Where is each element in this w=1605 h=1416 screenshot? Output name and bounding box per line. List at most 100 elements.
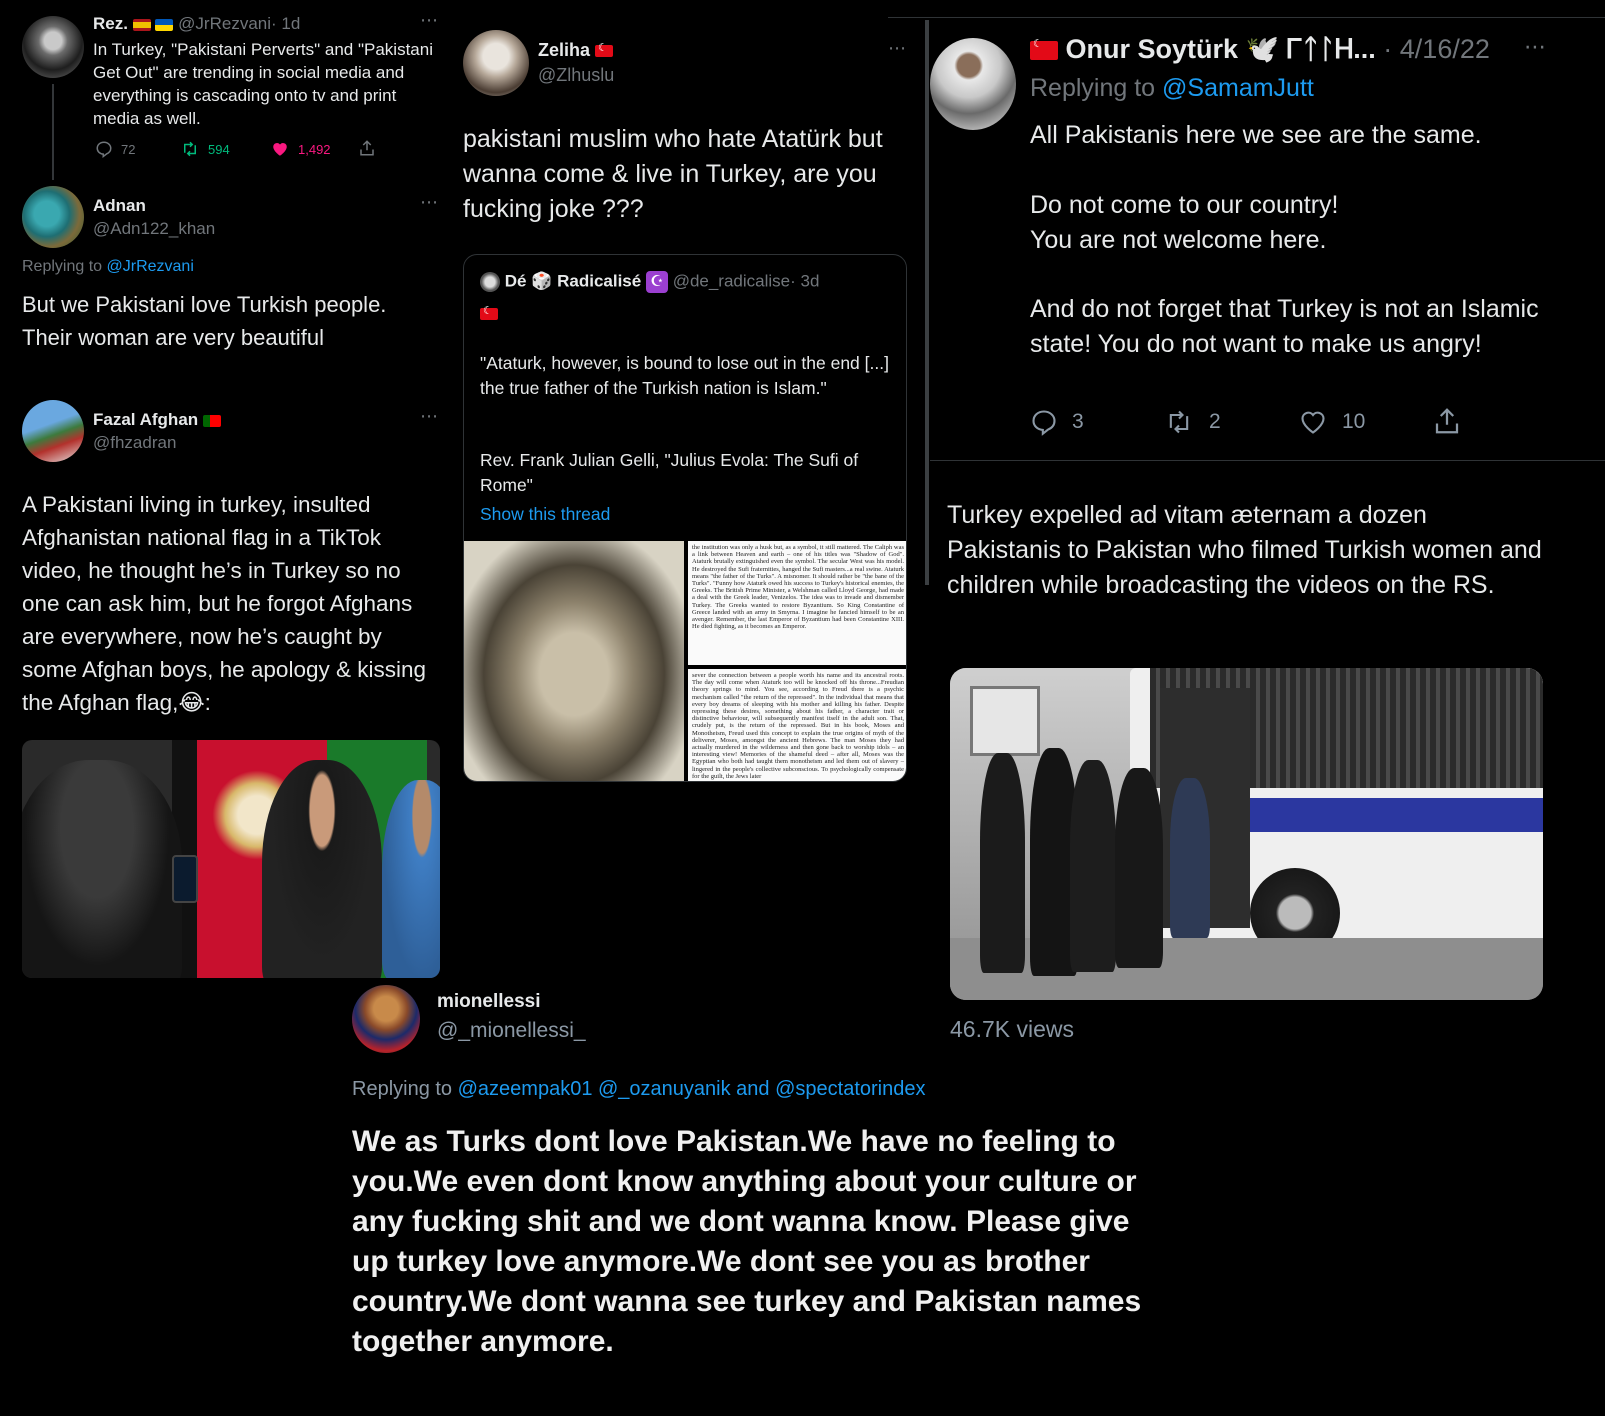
share-button[interactable] [358,139,376,157]
user-handle[interactable]: @Zlhuslu [538,65,614,86]
dice-icon: 🎲 [531,271,553,291]
user-handle[interactable]: @_mionellessi_ [437,1019,586,1043]
portrait-image[interactable] [464,541,684,781]
share-icon [360,140,374,156]
tweet-text: In Turkey, "Pakistani Perverts" and "Pak… [93,40,433,128]
tweet-text-p2a: Do not come to our country! [1030,191,1339,219]
book-page-top[interactable]: the institution was only a husk but, as … [688,541,906,665]
crescent-star-icon: ☪ [645,271,668,293]
replying-to: Replying to @azeempak01 @_ozanuyanik and… [352,1078,925,1101]
heart-icon [1301,411,1325,434]
book-page-top-text: the institution was only a husk but, as … [692,544,904,631]
like-button[interactable]: 10 [1298,408,1365,436]
reply-icon [96,141,112,158]
tweet-text-p1: All Pakistanis here we see are the same. [1030,121,1482,149]
book-page-bottom[interactable]: sever the connection between a people wo… [688,669,906,781]
bus-stripe [1250,798,1543,832]
replying-to-link[interactable]: @JrRezvani [107,258,194,275]
tweet-header: Fazal Afghan [93,410,221,430]
retweet-count: 2 [1209,410,1221,433]
retweet-icon [184,141,196,157]
retweet-count: 594 [208,141,230,157]
replying-to-link[interactable]: @SamamJutt [1162,74,1314,102]
retweet-icon [1169,410,1189,434]
tweet-time[interactable]: · 4/16/22 [1383,34,1490,64]
replying-prefix: Replying to [1030,74,1156,102]
user-name[interactable]: Fazal Afghan [93,410,198,429]
phone [172,855,198,903]
heart-icon [273,143,287,156]
tweet-text: But we Pakistani love Turkish people. Th… [22,292,387,350]
quote-flag-row [480,304,498,323]
person-center [262,760,382,978]
quote-tweet[interactable]: Dé 🎲 Radicalisé ☪ @de_radicalise· 3d "At… [463,254,907,782]
reply-count: 72 [121,141,136,157]
flag-icon [202,414,221,427]
officer-3 [1070,760,1116,972]
replying-prefix: Replying to [22,258,103,275]
user-name[interactable]: Adnan [93,196,146,216]
quote-user-name[interactable]: Dé [505,271,527,290]
like-count: 1,492 [298,141,331,157]
avatar[interactable] [463,30,529,96]
quote-time[interactable]: · 3d [790,271,819,290]
more-icon[interactable]: ⋯ [888,38,907,59]
quote-user-handle[interactable]: @de_radicalise [673,271,790,290]
more-icon[interactable]: ⋯ [420,406,439,427]
avatar[interactable] [930,38,1016,130]
spain-flag-icon [132,18,151,31]
tweet-text-p2b: You are not welcome here. [1030,226,1327,254]
tweet-header: Rez. @JrRezvani· 1d [93,14,300,34]
book-page-bottom-text: sever the connection between a people wo… [692,672,904,780]
retweet-button[interactable]: 2 [1163,408,1221,436]
user-name[interactable]: Onur Soytürk [1066,34,1239,64]
replying-to-link[interactable]: @azeempak01 @_ozanuyanik and @spectatori… [458,1078,926,1100]
avatar[interactable] [22,16,84,78]
replying-to: Replying to @SamamJutt [1030,74,1314,103]
show-thread-link[interactable]: Show this thread [480,504,610,525]
reply-icon [1032,410,1056,436]
turkey-flag-icon [480,304,498,320]
user-handle[interactable]: @JrRezvani [178,14,271,33]
tweet-time[interactable]: · 1d [271,14,300,33]
skull-icon [480,272,500,292]
reply-button[interactable]: 72 [95,140,135,158]
tweet-text-p3: And do not forget that Turkey is not an … [1030,295,1539,358]
tweet-text: pakistani muslim who hate Atatürk but wa… [463,125,883,223]
share-icon [1435,408,1459,434]
user-name[interactable]: mionellessi [437,991,541,1013]
tweet-text: We as Turks dont love Pakistan.We have n… [352,1125,1142,1358]
user-name-extra: 🕊️ ᎱᛏᛚᎻ... [1245,34,1376,64]
avatar[interactable] [22,400,84,462]
user-name[interactable]: Zeliha [538,40,590,60]
quote-header: Dé 🎲 Radicalisé ☪ @de_radicalise· 3d [480,271,819,293]
retweet-button[interactable]: 594 [180,140,230,158]
reply-count: 3 [1072,410,1084,433]
quote-user-name-suffix[interactable]: Radicalisé [557,271,641,290]
building-window [970,686,1040,756]
reply-button[interactable]: 3 [1030,408,1084,436]
like-count: 10 [1342,410,1366,433]
user-handle[interactable]: @Adn122_khan [93,219,215,239]
video-thumbnail[interactable] [950,668,1543,1000]
more-icon[interactable]: ⋯ [420,192,439,213]
more-icon[interactable]: ⋯ [420,10,439,31]
turkey-flag-icon [595,41,614,58]
user-handle[interactable]: @fhzadran [93,433,176,453]
views-count: 46.7K views [950,1016,1075,1042]
video-thumbnail[interactable] [22,740,440,978]
tweet-header: Onur Soytürk 🕊️ ᎱᛏᛚᎻ... · 4/16/22 [1030,33,1490,66]
user-name[interactable]: Rez. [93,14,128,33]
tweet-separator [930,460,1605,461]
more-icon[interactable]: ⋯ [1524,34,1547,60]
avatar[interactable] [22,186,84,248]
quote-text: "Ataturk, however, is bound to lose out … [480,353,889,398]
thread-line [52,84,54,180]
replying-prefix: Replying to [352,1078,453,1100]
turkey-flag-icon [1030,37,1058,61]
like-button[interactable]: 1,492 [270,140,331,158]
share-button[interactable] [1432,406,1462,436]
avatar[interactable] [352,985,420,1053]
officer-1 [980,753,1025,973]
ukraine-flag-icon [155,18,174,31]
